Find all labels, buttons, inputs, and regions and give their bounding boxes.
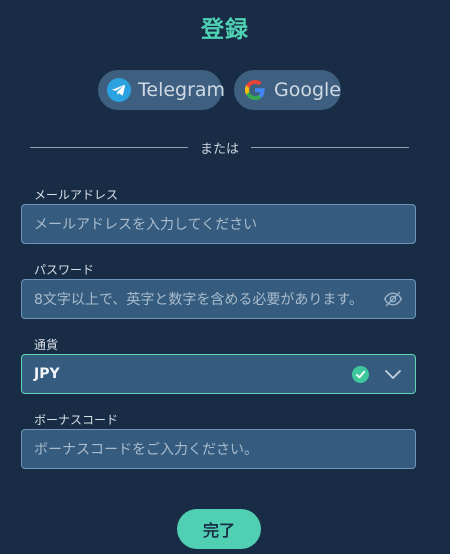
page-title: 登録 bbox=[201, 17, 249, 43]
chevron-down-icon bbox=[383, 364, 403, 384]
currency-label: 通貨 bbox=[34, 338, 59, 352]
email-field[interactable]: メールアドレスを入力してください bbox=[21, 204, 416, 244]
telegram-icon bbox=[106, 77, 132, 103]
google-login-button[interactable]: Google bbox=[234, 70, 341, 110]
currency-value: JPY bbox=[34, 366, 60, 382]
eye-off-icon[interactable] bbox=[383, 289, 403, 309]
email-label: メールアドレス bbox=[34, 188, 119, 202]
password-placeholder: 8文字以上で、英字と数字を含める必要があります。 bbox=[34, 292, 363, 308]
google-icon bbox=[242, 77, 268, 103]
divider-text: または bbox=[200, 141, 240, 157]
telegram-label: Telegram bbox=[138, 79, 226, 101]
or-divider: または bbox=[30, 137, 410, 157]
check-circle-icon bbox=[352, 365, 369, 383]
password-label: パスワード bbox=[34, 263, 95, 277]
social-login-row: Telegram Google bbox=[98, 70, 341, 110]
email-placeholder: メールアドレスを入力してください bbox=[34, 217, 258, 233]
google-label: Google bbox=[274, 79, 342, 101]
bonus-code-label: ボーナスコード bbox=[34, 413, 119, 427]
submit-button[interactable]: 完了 bbox=[177, 509, 261, 549]
divider-line-right bbox=[251, 146, 410, 148]
divider-line-left bbox=[30, 146, 188, 148]
registration-page: 登録 Telegram Google または メールアドレス メールアドレスを入… bbox=[0, 0, 450, 554]
bonus-code-field[interactable]: ボーナスコードをご入力ください。 bbox=[21, 429, 416, 469]
password-field[interactable]: 8文字以上で、英字と数字を含める必要があります。 bbox=[21, 279, 416, 319]
currency-select[interactable]: JPY bbox=[21, 354, 416, 394]
telegram-login-button[interactable]: Telegram bbox=[98, 70, 226, 110]
bonus-code-placeholder: ボーナスコードをご入力ください。 bbox=[34, 442, 258, 458]
